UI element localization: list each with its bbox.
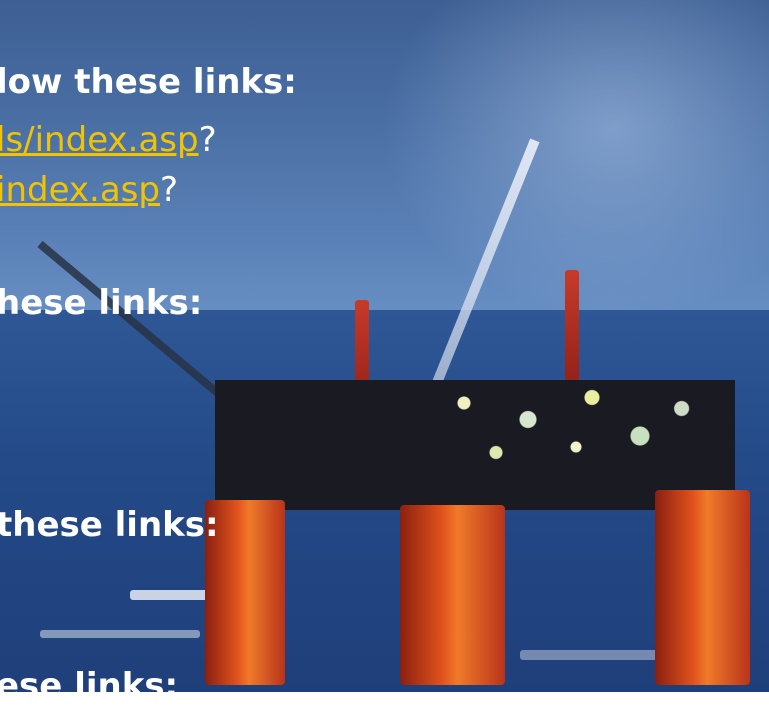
link-1[interactable]: ls/index.asp: [0, 120, 199, 160]
slide-text: low these links: ls/index.asp? index.asp…: [0, 0, 769, 706]
heading-line-1: low these links:: [0, 62, 297, 102]
heading-line-3: these links:: [0, 505, 219, 545]
heading-line-2: hese links:: [0, 283, 203, 323]
heading-line-4: ese links:: [0, 666, 179, 706]
link-1-suffix: ?: [198, 120, 217, 160]
link-line-2: index.asp?: [0, 170, 178, 210]
link-line-1: ls/index.asp?: [0, 120, 217, 160]
link-2-suffix: ?: [159, 170, 179, 210]
link-2[interactable]: index.asp: [0, 170, 160, 210]
